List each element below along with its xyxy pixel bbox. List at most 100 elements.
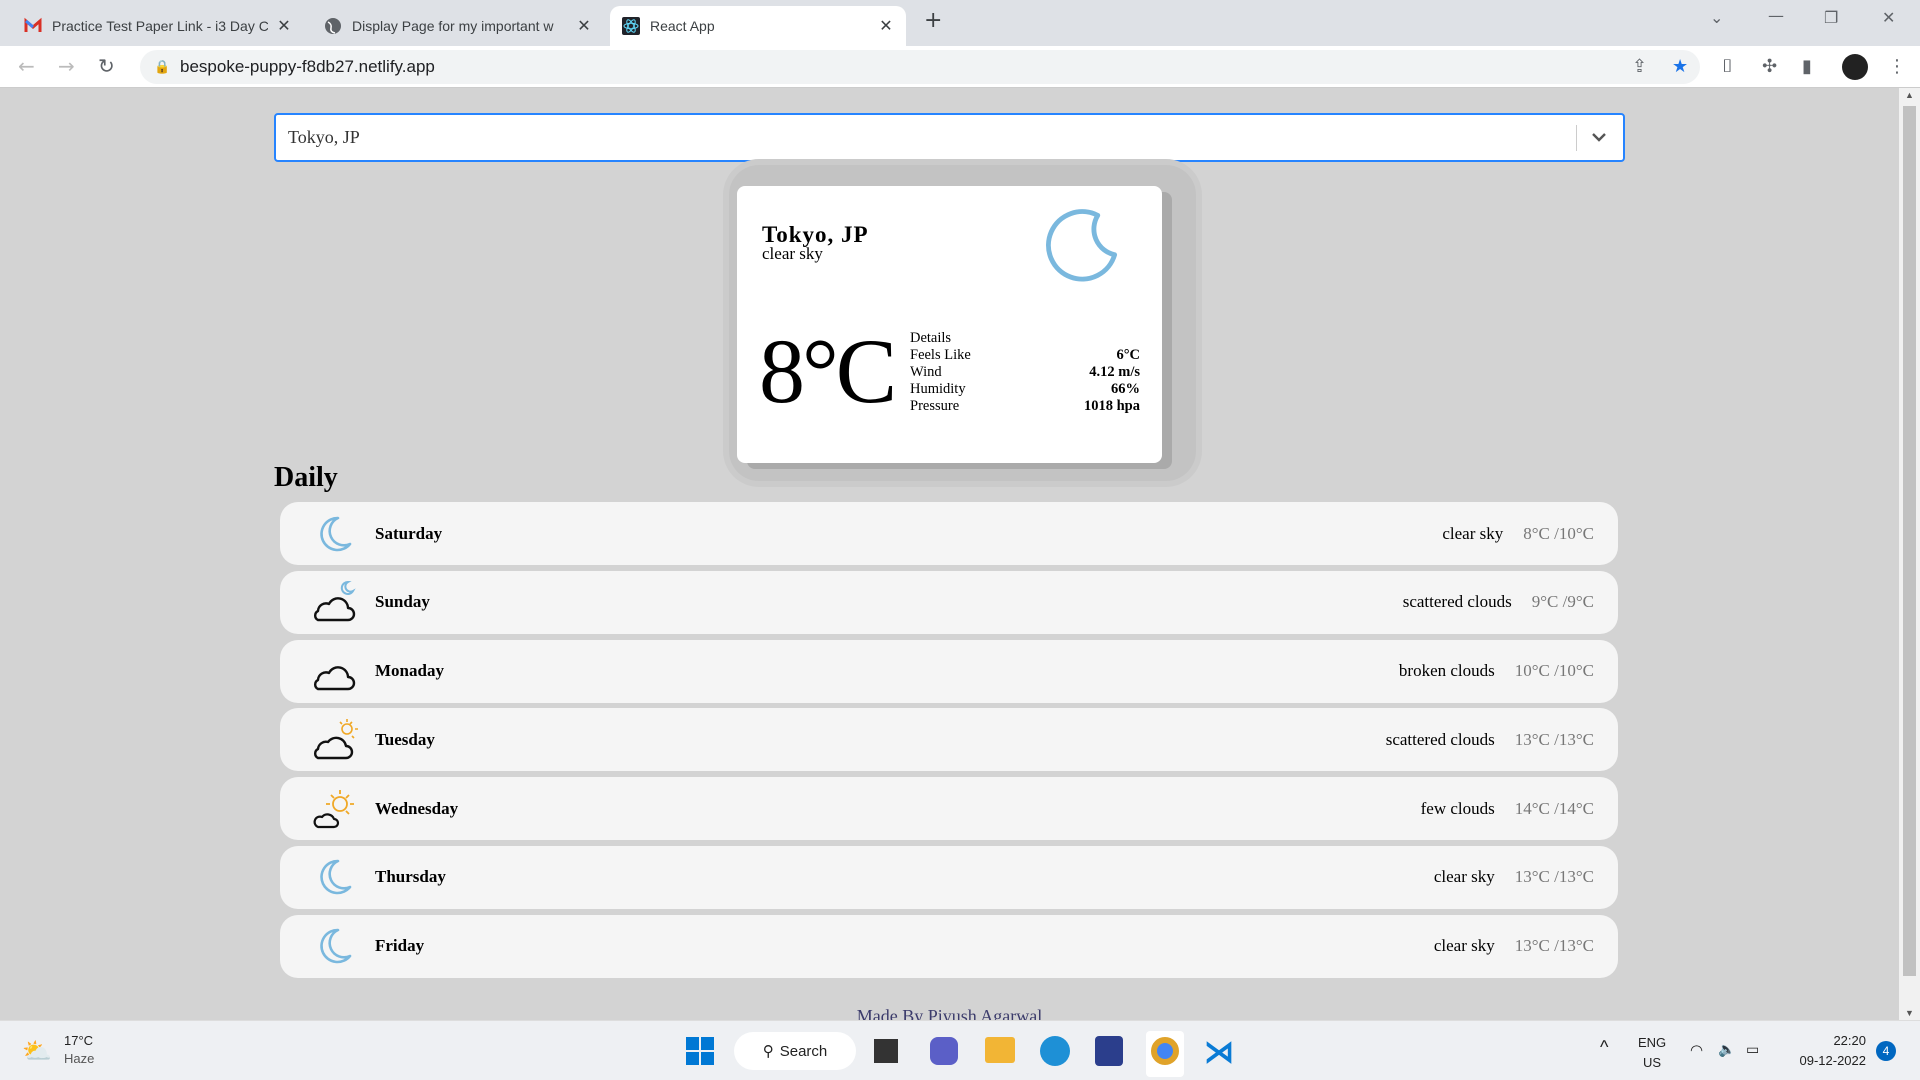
day-min-max: 13°C /13°C [1514, 729, 1594, 749]
date: 09-12-2022 [1799, 1053, 1867, 1068]
search-label: Search [779, 1042, 828, 1060]
search-icon: ⚲ [762, 1043, 774, 1060]
tab-gmail[interactable]: Practice Test Paper Link - i3 Day C ✕ [12, 6, 304, 46]
file-explorer-icon[interactable] [985, 1037, 1015, 1063]
cloud-moon-icon [310, 580, 360, 624]
day-name: Friday [375, 936, 425, 956]
selected-city: Tokyo, JP [288, 127, 360, 147]
volume-icon[interactable]: 🔈 [1718, 1041, 1735, 1058]
close-tab-icon[interactable]: ✕ [276, 16, 292, 36]
share-icon[interactable]: ⇪ [1632, 56, 1647, 77]
page-viewport: Tokyo, JP Tokyo, JP clear sky 8°C Detail… [0, 88, 1899, 1020]
close-tab-icon[interactable]: ✕ [878, 16, 894, 36]
forward-icon[interactable]: → [58, 54, 75, 78]
chevron-down-icon[interactable] [1589, 127, 1609, 152]
day-name: Monaday [375, 661, 444, 681]
daily-row-friday[interactable]: Friday clear sky 13°C /13°C [280, 914, 1618, 978]
back-icon[interactable]: ← [18, 54, 35, 78]
current-temperature: 8°C [759, 320, 897, 422]
detail-wind: Wind 4.12 m/s [910, 364, 1140, 381]
city-search-select[interactable]: Tokyo, JP [274, 113, 1625, 162]
teams-chat-icon[interactable] [930, 1037, 958, 1065]
close-tab-icon[interactable]: ✕ [576, 16, 592, 36]
store-icon[interactable] [1095, 1036, 1123, 1066]
cloud-sun-icon [310, 718, 360, 762]
detail-label: Pressure [910, 398, 960, 414]
day-name: Thursday [375, 867, 446, 887]
tab-react-app[interactable]: React App ✕ [610, 6, 906, 46]
close-window-icon[interactable]: ✕ [1882, 8, 1895, 27]
edge-icon[interactable] [1040, 1036, 1070, 1066]
day-summary: scattered clouds 13°C /13°C [1386, 730, 1594, 750]
menu-icon[interactable]: ⋮ [1888, 56, 1906, 77]
scroll-down-icon[interactable]: ▼ [1905, 1008, 1914, 1018]
wifi-icon[interactable]: ◠ [1690, 1041, 1703, 1059]
details-table: Details Feels Like 6°C Wind 4.12 m/s Humid… [910, 330, 1140, 415]
profile-avatar[interactable] [1842, 54, 1868, 80]
time: 22:20 [1833, 1033, 1866, 1048]
page-scrollbar[interactable]: ▲ ▼ [1899, 88, 1920, 1020]
daily-row-sunday[interactable]: Sunday scattered clouds 9°C /9°C [280, 570, 1618, 634]
battery-icon[interactable]: ▭ [1746, 1041, 1759, 1058]
address-bar[interactable]: 🔒 bespoke-puppy-f8db27.netlify.app [140, 50, 1700, 84]
extensions-icon[interactable]: ✣ [1762, 56, 1777, 77]
day-description: scattered clouds [1385, 729, 1495, 749]
daily-row-wednesday[interactable]: Wednesday few clouds 14°C /14°C [280, 777, 1618, 841]
day-description: clear sky [1433, 936, 1495, 956]
moon-icon [1034, 206, 1124, 301]
daily-row-saturday[interactable]: Saturday clear sky 8°C /10°C [280, 502, 1618, 565]
scrollbar-thumb[interactable] [1903, 106, 1916, 976]
moon-icon [310, 924, 360, 968]
notification-badge[interactable]: 4 [1876, 1041, 1896, 1061]
day-name: Tuesday [375, 729, 435, 749]
day-name: Saturday [375, 523, 443, 543]
daily-row-monaday[interactable]: Monaday broken clouds 10°C /10°C [280, 639, 1618, 703]
day-description: clear sky [1433, 867, 1495, 887]
tab-title: React App [650, 18, 715, 34]
sun-cloud-icon [310, 787, 360, 831]
bookmark-star-icon[interactable]: ★ [1672, 56, 1688, 77]
windows-start-icon[interactable] [686, 1037, 714, 1070]
daily-row-thursday[interactable]: Thursday clear sky 13°C /13°C [280, 845, 1618, 909]
daily-row-tuesday[interactable]: Tuesday scattered clouds 13°C /13°C [280, 708, 1618, 772]
language-indicator[interactable]: ENG US [1638, 1033, 1666, 1073]
task-view-icon[interactable] [874, 1039, 898, 1063]
vscode-icon[interactable]: ⋊ [1204, 1035, 1234, 1070]
taskbar-search[interactable]: ⚲ Search [734, 1032, 856, 1070]
url-text: bespoke-puppy-f8db27.netlify.app [180, 57, 435, 76]
select-separator [1576, 125, 1577, 151]
browser-toolbar: ← → ↻ 🔒 bespoke-puppy-f8db27.netlify.app… [0, 46, 1920, 88]
day-min-max: 9°C /9°C [1531, 592, 1594, 612]
globe-icon [324, 17, 342, 35]
new-tab-icon[interactable]: + [924, 8, 942, 33]
cloud-icon [310, 649, 360, 693]
moon-icon [310, 512, 360, 556]
detail-pressure: Pressure 1018 hpa [910, 398, 1140, 415]
restore-icon[interactable]: ❐ [1824, 8, 1838, 27]
lang: ENG [1638, 1035, 1667, 1050]
tab-display-page[interactable]: Display Page for my important w ✕ [312, 6, 604, 46]
day-name: Sunday [375, 592, 430, 612]
daily-heading: Daily [274, 462, 338, 493]
day-min-max: 8°C /10°C [1523, 523, 1594, 543]
camera-icon[interactable]: ⌷ [1722, 56, 1733, 77]
react-icon [622, 17, 640, 35]
day-description: few clouds [1420, 798, 1495, 818]
tab-title: Practice Test Paper Link - i3 Day C [52, 18, 268, 34]
chrome-taskbar-button[interactable] [1146, 1031, 1184, 1077]
day-summary: clear sky 13°C /13°C [1434, 867, 1594, 887]
day-min-max: 13°C /13°C [1514, 867, 1594, 887]
detail-feels-like: Feels Like 6°C [910, 347, 1140, 364]
clock[interactable]: 22:20 09-12-2022 [1780, 1031, 1867, 1071]
day-summary: clear sky 8°C /10°C [1442, 524, 1594, 544]
detail-value: 1018 hpa [1083, 398, 1140, 414]
show-hidden-icons[interactable]: ^ [1600, 1037, 1608, 1058]
minimize-icon[interactable]: — [1768, 6, 1784, 25]
side-panel-icon[interactable]: ▮ [1802, 56, 1812, 77]
reload-icon[interactable]: ↻ [98, 54, 115, 78]
tab-search-icon[interactable]: ⌄ [1710, 8, 1723, 27]
browser-tab-strip: Practice Test Paper Link - i3 Day C ✕ Di… [0, 0, 1920, 46]
day-description: broken clouds [1398, 661, 1495, 681]
scroll-up-icon[interactable]: ▲ [1905, 90, 1914, 100]
detail-value: 66% [1111, 381, 1140, 397]
